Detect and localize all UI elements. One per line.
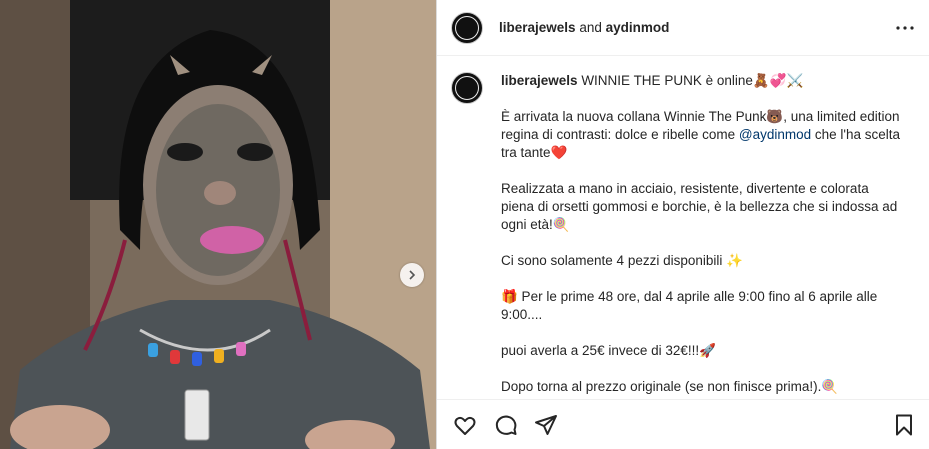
coauthor-link[interactable]: aydinmod bbox=[606, 20, 670, 35]
heart-icon bbox=[454, 416, 476, 435]
caption-p7: Dopo torna al prezzo originale (se non f… bbox=[501, 379, 839, 394]
chevron-right-icon bbox=[409, 270, 416, 280]
post-image[interactable] bbox=[0, 0, 436, 449]
save-button[interactable] bbox=[892, 413, 916, 437]
bookmark-icon bbox=[896, 414, 912, 436]
share-button[interactable] bbox=[534, 413, 558, 437]
more-icon bbox=[896, 26, 914, 30]
caption-username[interactable]: liberajewels bbox=[501, 73, 578, 88]
caption-text: liberajewels WINNIE THE PUNK è online🧸💞⚔… bbox=[501, 72, 901, 399]
share-icon bbox=[535, 415, 557, 435]
action-bar bbox=[437, 399, 929, 449]
caption-p4: Ci sono solamente 4 pezzi disponibili ✨ bbox=[501, 253, 743, 268]
caption-p5: 🎁 Per le prime 48 ore, dal 4 aprile alle… bbox=[501, 289, 878, 322]
post-dialog: liberajewels and aydinmod liberajewels W… bbox=[0, 0, 929, 449]
like-button[interactable] bbox=[453, 413, 477, 437]
more-options-button[interactable] bbox=[893, 16, 917, 40]
next-photo-button[interactable] bbox=[400, 263, 424, 287]
post-authors: liberajewels and aydinmod bbox=[499, 20, 669, 35]
comment-icon bbox=[495, 415, 517, 435]
caption-p6: puoi averla a 25€ invece di 32€!!!🚀 bbox=[501, 343, 716, 358]
post-photo bbox=[0, 0, 436, 449]
avatar[interactable] bbox=[451, 11, 483, 44]
caption-p3: Realizzata a mano in acciaio, resistente… bbox=[501, 181, 898, 232]
post-sidebar: liberajewels and aydinmod liberajewels W… bbox=[436, 0, 929, 449]
post-header: liberajewels and aydinmod bbox=[437, 0, 929, 56]
mention-link[interactable]: @aydinmod bbox=[739, 127, 811, 142]
and-text: and bbox=[579, 20, 602, 35]
comment-button[interactable] bbox=[494, 413, 518, 437]
caption-avatar[interactable] bbox=[451, 72, 483, 104]
caption-line1: WINNIE THE PUNK è online🧸💞⚔️ bbox=[581, 73, 804, 88]
author-link[interactable]: liberajewels bbox=[499, 20, 576, 35]
caption-area: liberajewels WINNIE THE PUNK è online🧸💞⚔… bbox=[437, 56, 929, 399]
